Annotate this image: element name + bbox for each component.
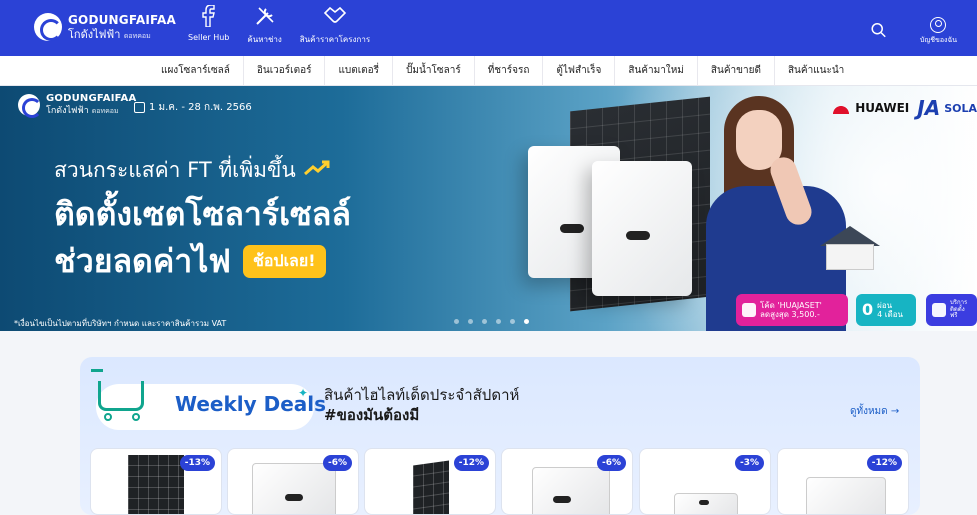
category-electrical-cabinets[interactable]: ตู้ไฟสำเร็จ — [543, 56, 616, 86]
wrench-screwdriver-icon — [253, 3, 277, 29]
promo-code-badge[interactable]: โค้ด 'HUAJASET' ลดสูงสุด 3,500.- — [736, 294, 848, 326]
logo-thai: โกดังไฟฟ้า — [68, 28, 121, 41]
nav-seller-hub[interactable]: Seller Hub — [188, 3, 229, 46]
carousel-dot[interactable] — [482, 319, 487, 324]
product-card[interactable]: -3% — [639, 448, 771, 515]
handshake-icon — [323, 3, 347, 29]
nav-project-pricing[interactable]: สินค้าราคาโครงการ — [300, 3, 370, 46]
carousel-dot[interactable] — [496, 319, 501, 324]
discount-badge: -3% — [734, 455, 764, 471]
category-solar-pumps[interactable]: ปั๊มน้ำโซลาร์ — [393, 56, 475, 86]
hero-logo: GODUNGFAIFAA โกดังไฟฟ้า ดอทคอม — [18, 94, 136, 118]
account-button[interactable]: บัญชีของฉัน — [920, 17, 957, 46]
shop-now-button[interactable]: ช้อปเลย! — [242, 245, 326, 278]
logo-mark-icon — [34, 13, 62, 41]
logo-name: GODUNGFAIFAA — [68, 13, 177, 27]
coupon-icon — [742, 303, 756, 317]
cabinet-thumbnail — [806, 477, 886, 514]
sparkle-icon: ✦ — [298, 386, 309, 400]
hero-headline-3: ช่วยลดค่าไฟ ช้อปเลย! — [54, 236, 326, 287]
hero-headline-2: ติดตั้งเซตโซลาร์เซลล์ — [54, 195, 351, 233]
logo-suffix: ดอทคอม — [123, 32, 151, 40]
carousel-dot-active[interactable] — [524, 319, 529, 324]
hero-headline-1: สวนกระแสค่า FT ที่เพิ่มขึ้น — [54, 154, 330, 187]
nav-label: ค้นหาช่าง — [247, 35, 282, 44]
top-navigation-bar: GODUNGFAIFAA โกดังไฟฟ้า ดอทคอม Seller Hu… — [0, 0, 977, 56]
account-label: บัญชีของฉัน — [919, 36, 957, 44]
installment-badge[interactable]: 0 ผ่อน 4 เดือน — [856, 294, 916, 326]
product-card[interactable]: -12% — [777, 448, 909, 515]
nav-find-technician[interactable]: ค้นหาช่าง — [247, 3, 282, 46]
user-circle-icon — [930, 17, 947, 33]
category-bar: แผงโซลาร์เซลล์ อินเวอร์เตอร์ แบตเตอรี่ ป… — [0, 56, 977, 86]
facebook-icon — [197, 3, 221, 29]
site-logo[interactable]: GODUNGFAIFAA โกดังไฟฟ้า ดอทคอม — [34, 13, 176, 41]
discount-badge: -12% — [866, 455, 902, 471]
inverter-thumbnail — [252, 463, 336, 514]
carousel-dot[interactable] — [468, 319, 473, 324]
nav-label: Seller Hub — [188, 33, 230, 42]
solar-panel-thumbnail — [128, 455, 184, 514]
top-nav: Seller Hub ค้นหาช่าง สินค้าราคาโครงการ — [188, 3, 370, 46]
house-model-image — [820, 226, 880, 270]
product-card[interactable]: -6% — [501, 448, 633, 515]
search-icon[interactable] — [867, 18, 893, 44]
category-batteries[interactable]: แบตเตอรี่ — [325, 56, 394, 86]
category-inverters[interactable]: อินเวอร์เตอร์ — [244, 56, 326, 86]
discount-badge: -13% — [179, 455, 215, 471]
product-card[interactable]: -6% — [227, 448, 359, 515]
solar-panel-thumbnail — [413, 460, 449, 514]
hero-disclaimer: *เงื่อนไขเป็นไปตามที่บริษัทฯ กำหนด และรา… — [14, 319, 227, 328]
discount-badge: -6% — [322, 455, 352, 471]
trend-up-icon — [303, 160, 330, 181]
carousel-dot[interactable] — [454, 319, 459, 324]
nav-label: สินค้าราคาโครงการ — [299, 35, 371, 44]
calendar-icon — [134, 102, 145, 113]
category-recommended[interactable]: สินค้าแนะนำ — [775, 56, 857, 86]
discount-badge: -6% — [596, 455, 626, 471]
battery-thumbnail — [674, 493, 738, 514]
free-install-badge[interactable]: บริการ ติดตั้ง ฟรี — [926, 294, 977, 326]
deals-hashtag: #ของมันต้องมี — [324, 406, 420, 424]
carousel-dots — [454, 319, 529, 324]
discount-badge: -12% — [453, 455, 489, 471]
see-all-link[interactable]: ดูทั้งหมด → — [850, 404, 899, 419]
tool-icon — [932, 303, 946, 317]
inverter-thumbnail — [532, 467, 610, 514]
logo-mark-icon — [18, 94, 42, 118]
product-card[interactable]: -13% — [90, 448, 222, 515]
product-card[interactable]: -12% — [364, 448, 496, 515]
carousel-dot[interactable] — [510, 319, 515, 324]
category-solar-panels[interactable]: แผงโซลาร์เซลล์ — [148, 56, 244, 86]
hero-banner[interactable]: GODUNGFAIFAA โกดังไฟฟ้า ดอทคอม 1 ม.ค. - … — [0, 86, 977, 331]
category-ev-chargers[interactable]: ที่ชาร์จรถ — [475, 56, 544, 86]
category-new-arrivals[interactable]: สินค้ามาใหม่ — [615, 56, 698, 86]
shopping-basket-icon — [90, 367, 162, 421]
inverter-image — [592, 161, 692, 296]
category-best-sellers[interactable]: สินค้าขายดี — [698, 56, 775, 86]
promo-date-range: 1 ม.ค. - 28 ก.พ. 2566 — [134, 100, 252, 115]
